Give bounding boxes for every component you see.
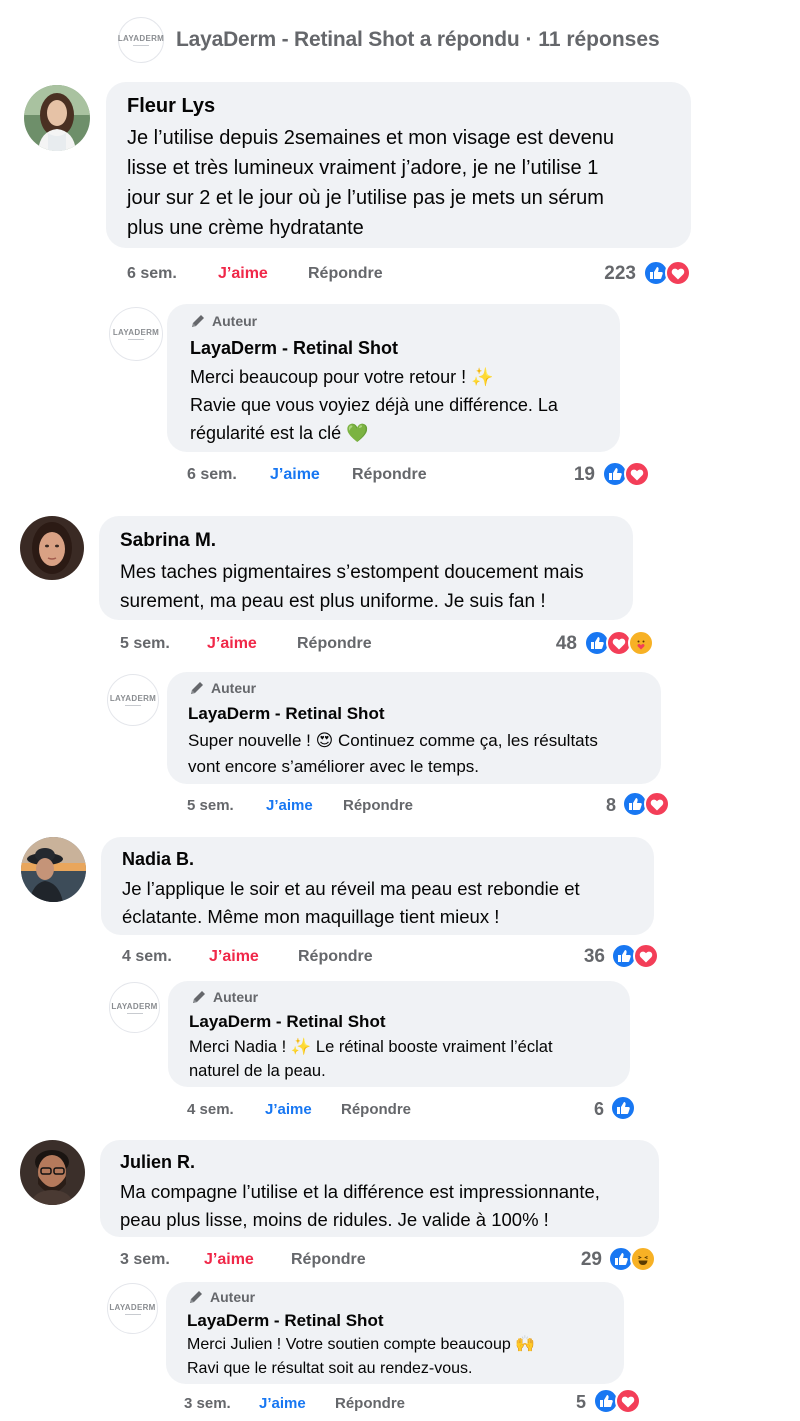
like-button[interactable]: J’aime <box>265 1101 312 1118</box>
author-reply-name[interactable]: LayaDerm - Retinal Shot <box>187 1311 384 1331</box>
reaction-icons[interactable] <box>611 943 659 969</box>
reply-button[interactable]: Répondre <box>298 948 373 966</box>
reaction-count[interactable]: 8 <box>580 795 616 816</box>
author-badge: Auteur <box>189 680 256 696</box>
reaction-count[interactable]: 19 <box>550 464 595 486</box>
haha-icon <box>630 1246 656 1272</box>
logo-text: LAYADERM <box>109 694 157 703</box>
comment-timestamp[interactable]: 6 sem. <box>127 265 177 283</box>
like-button[interactable]: J’aime <box>259 1395 306 1412</box>
comment-author-name[interactable]: Fleur Lys <box>127 95 215 118</box>
reaction-count[interactable]: 223 <box>580 263 636 285</box>
reaction-count[interactable]: 6 <box>570 1099 604 1120</box>
reaction-icons[interactable] <box>608 1246 656 1272</box>
reaction-icons[interactable] <box>584 630 654 656</box>
reaction-icons[interactable] <box>602 461 650 487</box>
author-reply-text: Merci Julien ! Votre soutien compte beau… <box>187 1336 536 1377</box>
reaction-icons[interactable] <box>593 1388 641 1414</box>
author-badge-label: Auteur <box>213 989 259 1005</box>
page-logo: LAYADERM <box>118 17 164 63</box>
comment-text: Je l’utilise depuis 2semaines et mon vis… <box>127 127 614 239</box>
author-badge: Auteur <box>190 313 257 329</box>
author-logo[interactable]: LAYADERM <box>107 674 159 726</box>
author-badge-label: Auteur <box>212 313 258 329</box>
header-title[interactable]: LayaDerm - Retinal Shot a répondu <box>176 28 520 52</box>
author-reply-name[interactable]: LayaDerm - Retinal Shot <box>190 338 398 359</box>
comment-timestamp[interactable]: 3 sem. <box>120 1251 170 1269</box>
avatar[interactable] <box>21 837 86 902</box>
author-reply-text: Merci beaucoup pour votre retour ! ✨ Rav… <box>190 367 558 443</box>
like-button[interactable]: J’aime <box>218 265 268 283</box>
comment-author-name[interactable]: Julien R. <box>120 1152 195 1173</box>
reply-timestamp[interactable]: 4 sem. <box>187 1101 234 1118</box>
reply-timestamp[interactable]: 6 sem. <box>187 466 237 484</box>
author-logo[interactable]: LAYADERM <box>109 982 160 1033</box>
love-icon <box>615 1388 641 1414</box>
like-button[interactable]: J’aime <box>207 635 257 653</box>
logo-text: LAYADERM <box>109 1302 156 1312</box>
reply-timestamp[interactable]: 5 sem. <box>187 797 234 814</box>
replies-count[interactable]: · 11 réponses <box>525 28 659 52</box>
avatar[interactable] <box>20 1140 85 1205</box>
comment-text: Ma compagne l’utilise et la différence e… <box>120 1181 600 1230</box>
comment-author-name[interactable]: Sabrina M. <box>120 530 216 552</box>
reply-button[interactable]: Répondre <box>335 1395 405 1412</box>
comment-text: Mes taches pigmentaires s’estompent douc… <box>120 562 584 612</box>
author-reply-name[interactable]: LayaDerm - Retinal Shot <box>188 704 385 724</box>
comment-timestamp[interactable]: 5 sem. <box>120 635 170 653</box>
logo-divider <box>125 705 141 706</box>
care-icon <box>628 630 654 656</box>
pencil-icon <box>191 682 203 694</box>
author-logo[interactable]: LAYADERM <box>107 1283 158 1334</box>
pencil-icon <box>192 315 204 327</box>
logo-divider <box>133 45 149 46</box>
reply-button[interactable]: Répondre <box>297 635 372 653</box>
comment-text: Je l’applique le soir et au réveil ma pe… <box>122 878 580 927</box>
comment-timestamp[interactable]: 4 sem. <box>122 948 172 966</box>
reaction-count[interactable]: 5 <box>555 1392 586 1413</box>
reaction-count[interactable]: 29 <box>560 1249 602 1271</box>
author-badge: Auteur <box>191 989 258 1005</box>
author-badge-label: Auteur <box>210 1289 256 1305</box>
like-button[interactable]: J’aime <box>209 948 259 966</box>
reaction-count[interactable]: 36 <box>560 946 605 968</box>
reply-button[interactable]: Répondre <box>343 797 413 814</box>
reaction-icons[interactable] <box>610 1095 636 1121</box>
reaction-count[interactable]: 48 <box>520 633 577 655</box>
logo-text: LAYADERM <box>111 1001 158 1011</box>
replies-header: LAYADERM LayaDerm - Retinal Shot a répon… <box>118 17 660 63</box>
love-icon <box>624 461 650 487</box>
love-icon <box>665 260 691 286</box>
pencil-icon <box>193 991 205 1003</box>
logo-divider <box>128 339 144 340</box>
like-button[interactable]: J’aime <box>266 797 313 814</box>
author-reply-text: Super nouvelle ! 😍 Continuez comme ça, l… <box>188 731 598 776</box>
logo-divider <box>124 1313 141 1315</box>
love-icon <box>633 943 659 969</box>
like-button[interactable]: J’aime <box>204 1251 254 1269</box>
reply-button[interactable]: Répondre <box>341 1101 411 1118</box>
avatar[interactable] <box>24 85 90 151</box>
author-reply-name[interactable]: LayaDerm - Retinal Shot <box>189 1012 386 1032</box>
reply-button[interactable]: Répondre <box>352 466 427 484</box>
author-badge: Auteur <box>188 1289 255 1305</box>
like-button[interactable]: J’aime <box>270 466 320 484</box>
logo-text: LAYADERM <box>117 34 165 43</box>
reply-timestamp[interactable]: 3 sem. <box>184 1395 231 1412</box>
avatar[interactable] <box>20 516 84 580</box>
pencil-icon <box>190 1291 202 1303</box>
like-icon <box>610 1095 636 1121</box>
reply-button[interactable]: Répondre <box>291 1251 366 1269</box>
logo-divider <box>126 1012 143 1014</box>
author-logo[interactable]: LAYADERM <box>109 307 163 361</box>
reaction-icons[interactable] <box>622 791 670 817</box>
author-badge-label: Auteur <box>211 680 257 696</box>
logo-text: LAYADERM <box>112 328 160 337</box>
comment-author-name[interactable]: Nadia B. <box>122 849 194 870</box>
reply-button[interactable]: Répondre <box>308 265 383 283</box>
reaction-icons[interactable] <box>643 260 691 286</box>
love-icon <box>644 791 670 817</box>
author-reply-text: Merci Nadia ! ✨ Le rétinal booste vraime… <box>189 1038 553 1080</box>
